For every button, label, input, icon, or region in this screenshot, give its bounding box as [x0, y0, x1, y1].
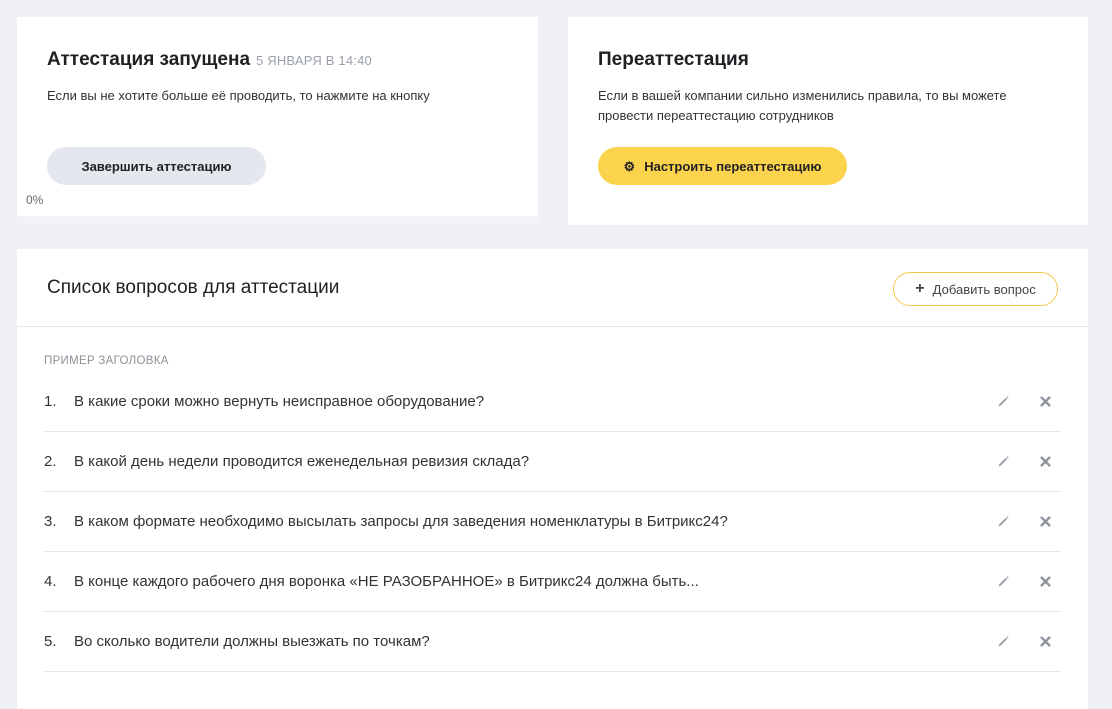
question-number: 1. [44, 393, 57, 410]
question-actions [995, 372, 1053, 431]
question-number: 2. [44, 453, 57, 470]
question-actions [995, 612, 1053, 671]
configure-reattestation-label: Настроить переаттестацию [644, 158, 822, 174]
configure-reattestation-button[interactable]: ⚙ Настроить переаттестацию [598, 147, 847, 185]
question-number: 3. [44, 513, 57, 530]
pencil-icon[interactable] [995, 454, 1011, 470]
pencil-icon[interactable] [995, 514, 1011, 530]
question-actions [995, 432, 1053, 491]
question-row: 1. В какие сроки можно вернуть неисправно… [44, 372, 1061, 432]
attestation-description: Если вы не хотите больше её проводить, т… [47, 88, 430, 103]
pencil-icon[interactable] [995, 394, 1011, 410]
question-text: В какой день недели проводится еженедель… [74, 453, 530, 470]
attestation-title: Аттестация запущена 5 ЯНВАРЯ В 14:40 [47, 49, 372, 71]
reattestation-description-line2: провести переаттестацию сотрудников [598, 108, 834, 123]
attestation-card: Аттестация запущена 5 ЯНВАРЯ В 14:40 Если… [17, 17, 538, 225]
add-question-button[interactable]: + Добавить вопрос [893, 272, 1058, 306]
question-text: В конце каждого рабочего дня воронка «НЕ… [74, 573, 699, 590]
section-heading: ПРИМЕР ЗАГОЛОВКА [44, 355, 169, 367]
attestation-start-date: 5 ЯНВАРЯ В 14:40 [256, 53, 372, 68]
question-text: В каком формате необходимо высылать запр… [74, 513, 728, 530]
progress-bar [17, 216, 538, 225]
question-text: В какие сроки можно вернуть неисправное … [74, 393, 485, 410]
questions-header: Список вопросов для аттестации + Добавит… [17, 249, 1088, 327]
close-icon[interactable] [1037, 634, 1053, 650]
question-actions [995, 492, 1053, 551]
pencil-icon[interactable] [995, 634, 1011, 650]
question-text: Во сколько водители должны выезжать по т… [74, 633, 430, 650]
plus-icon: + [915, 280, 925, 297]
attestation-title-text: Аттестация запущена [47, 49, 251, 70]
question-row: 4. В конце каждого рабочего дня воронка «… [44, 552, 1061, 612]
finish-attestation-button[interactable]: Завершить аттестацию [47, 147, 266, 185]
pencil-icon[interactable] [995, 574, 1011, 590]
questions-card: Список вопросов для аттестации + Добавит… [17, 249, 1088, 709]
reattestation-description: Если в вашей компании сильно изменились … [598, 86, 1007, 126]
questions-list: 1. В какие сроки можно вернуть неисправно… [44, 372, 1061, 672]
close-icon[interactable] [1037, 574, 1053, 590]
question-row: 2. В какой день недели проводится еженеде… [44, 432, 1061, 492]
questions-title: Список вопросов для аттестации [47, 277, 340, 298]
gear-icon: ⚙ [623, 158, 636, 174]
close-icon[interactable] [1037, 514, 1053, 530]
close-icon[interactable] [1037, 454, 1053, 470]
reattestation-description-line1: Если в вашей компании сильно изменились … [598, 88, 1007, 103]
reattestation-title: Переаттестация [598, 49, 749, 70]
question-row: 3. В каком формате необходимо высылать за… [44, 492, 1061, 552]
close-icon[interactable] [1037, 394, 1053, 410]
add-question-label: Добавить вопрос [932, 281, 1036, 297]
question-number: 5. [44, 633, 57, 650]
question-row: 5. Во сколько водители должны выезжать по… [44, 612, 1061, 672]
reattestation-card: Переаттестация Если в вашей компании сил… [568, 17, 1088, 225]
question-actions [995, 552, 1053, 611]
progress-percent: 0% [26, 193, 44, 207]
question-number: 4. [44, 573, 57, 590]
